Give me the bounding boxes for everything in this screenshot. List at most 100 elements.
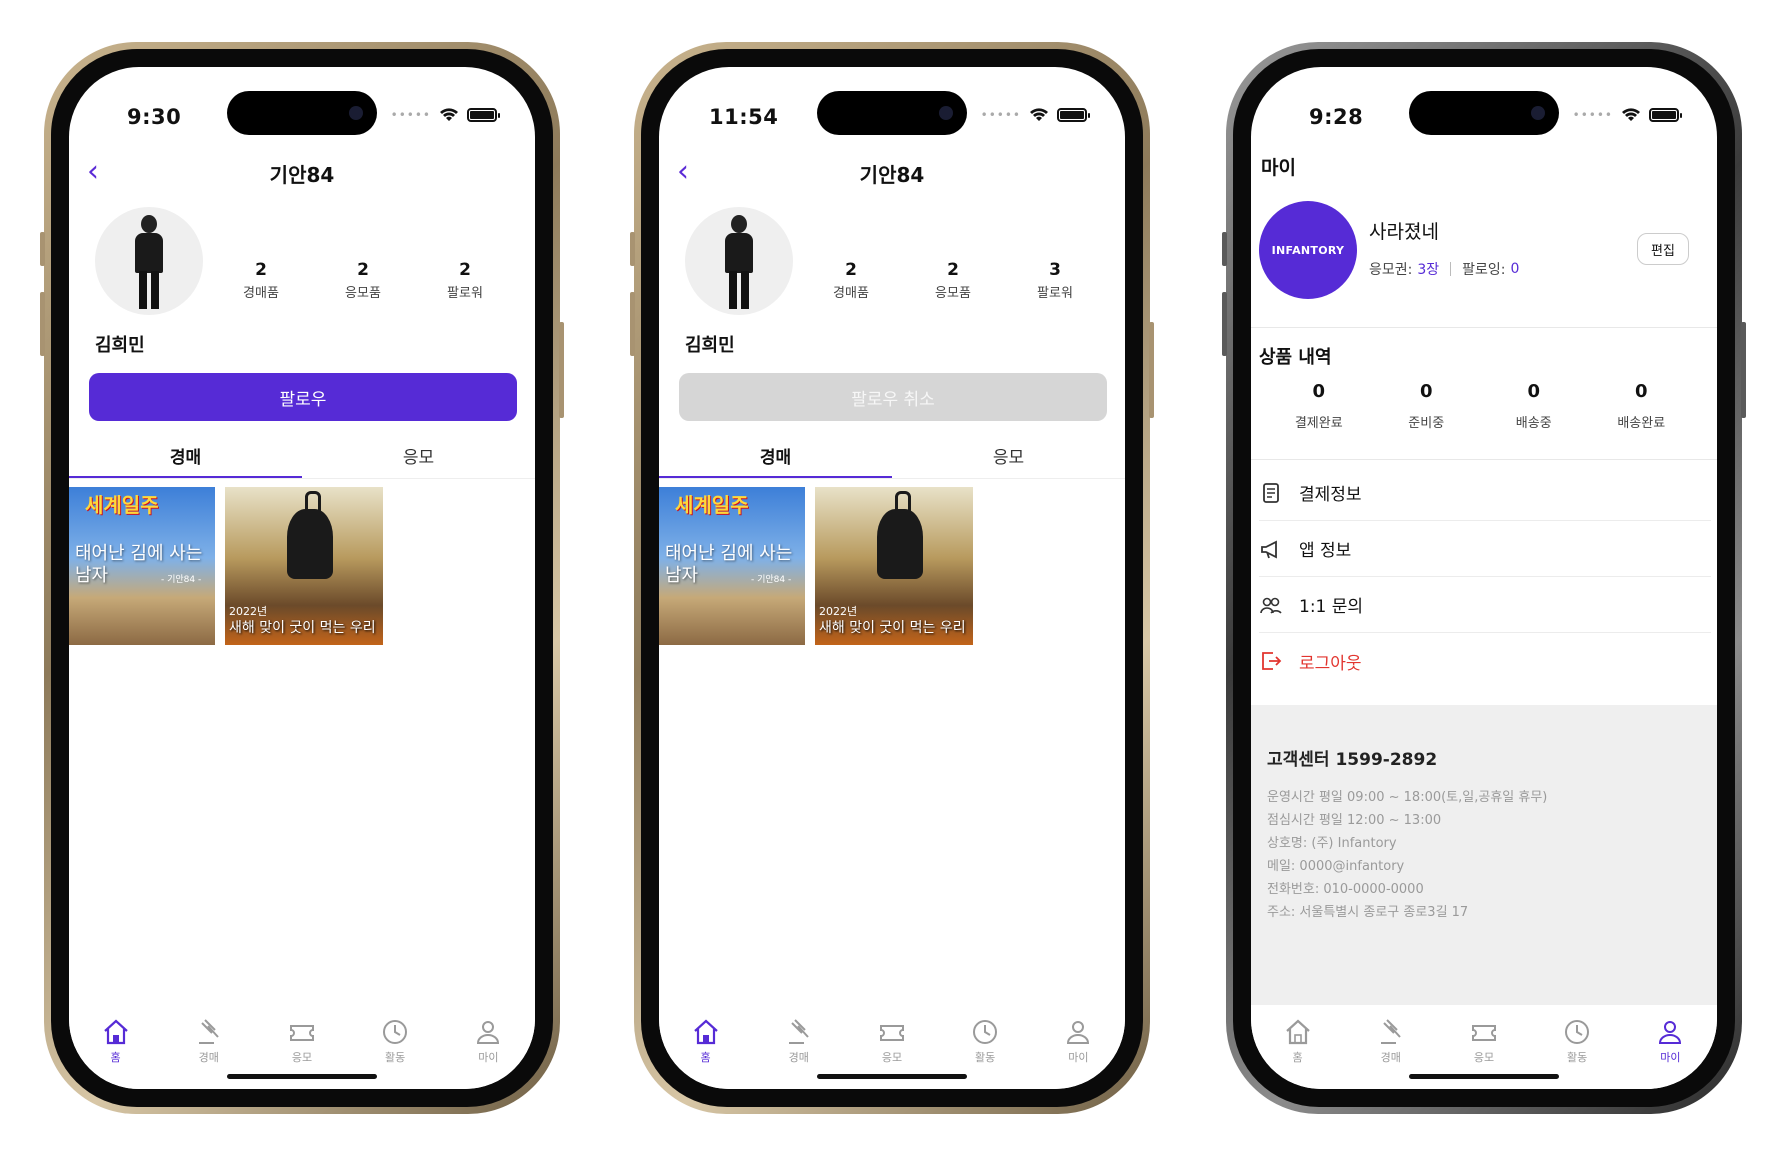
screen: 11:54 ••••• ‹ 기안84 김희민 2 경매품 2 응모품 3 팔로워… bbox=[659, 67, 1125, 1089]
battery-icon bbox=[1649, 108, 1682, 122]
edit-profile-button[interactable]: 편집 bbox=[1637, 233, 1689, 265]
stat-label: 팔로워 bbox=[447, 286, 483, 301]
battery-icon bbox=[1057, 108, 1090, 122]
order-status-delivered[interactable]: 0 배송완료 bbox=[1588, 381, 1696, 431]
nav-label: 마이 bbox=[1068, 1051, 1089, 1064]
customer-center-footer: 고객센터 1599-2892 운영시간 평일 09:00 ~ 18:00(토,일… bbox=[1251, 705, 1717, 1005]
stat-number: 2 bbox=[255, 260, 267, 280]
menu-label: 1:1 문의 bbox=[1299, 597, 1364, 617]
order-count: 0 bbox=[1419, 381, 1433, 402]
nav-home[interactable]: 홈 bbox=[1263, 1017, 1333, 1089]
order-label: 결제완료 bbox=[1294, 416, 1343, 431]
signal-icon: ••••• bbox=[1572, 108, 1613, 122]
item-thumbnail[interactable]: 2022년 새해 맞이 굿이 먹는 우리 bbox=[225, 487, 383, 645]
order-status-row: 0 결제완료 0 준비중 0 배송중 0 배송완료 bbox=[1265, 381, 1695, 431]
ticket-icon bbox=[1471, 1025, 1496, 1041]
item-thumbnail[interactable]: 2022년 새해 맞이 굿이 먹는 우리 bbox=[815, 487, 973, 645]
avatar-person-photo bbox=[133, 215, 165, 311]
screen: 9:28 ••••• 마이 INFANTORY 사라졌네 응모권: 3장 팔로잉… bbox=[1251, 67, 1717, 1089]
tab-auction[interactable]: 경매 bbox=[659, 433, 892, 479]
item-grid: 세계일주 태어난 김에 사는 남자 - 기안84 - 2022년 새해 맞이 굿… bbox=[69, 487, 383, 645]
home-icon bbox=[103, 1019, 128, 1045]
person-icon bbox=[1067, 1021, 1090, 1044]
thumbnail-subtitle: 새해 맞이 굿이 먹는 우리 bbox=[229, 620, 376, 636]
unfollow-button[interactable]: 팔로우 취소 bbox=[679, 373, 1107, 421]
history-icon bbox=[973, 1020, 998, 1044]
ticket-label: 응모권: bbox=[1369, 262, 1413, 278]
footer-line: 운영시간 평일 09:00 ~ 18:00(토,일,공휴일 휴무) bbox=[1267, 790, 1548, 805]
tab-divider bbox=[69, 478, 535, 479]
order-count: 0 bbox=[1312, 381, 1326, 402]
stat-entry-items[interactable]: 2 응모품 bbox=[323, 260, 403, 301]
status-indicators: ••••• bbox=[1572, 107, 1682, 123]
status-indicators: ••••• bbox=[980, 107, 1090, 123]
home-indicator bbox=[227, 1074, 377, 1079]
nav-my[interactable]: 마이 bbox=[1043, 1017, 1113, 1089]
side-button bbox=[1741, 322, 1746, 418]
brand-logo-avatar: INFANTORY bbox=[1259, 201, 1357, 299]
item-thumbnail[interactable]: 세계일주 태어난 김에 사는 남자 - 기안84 - bbox=[69, 487, 215, 645]
footer-line: 메일: 0000@infantory bbox=[1267, 859, 1405, 874]
tab-entry[interactable]: 응모 bbox=[302, 433, 535, 479]
ticket-icon bbox=[289, 1025, 314, 1041]
order-status-preparing[interactable]: 0 준비중 bbox=[1373, 381, 1481, 431]
stat-followers[interactable]: 2 팔로워 bbox=[425, 260, 505, 301]
stat-number: 2 bbox=[947, 260, 959, 280]
stat-entry-items[interactable]: 2 응모품 bbox=[913, 260, 993, 301]
nav-label: 활동 bbox=[1567, 1051, 1588, 1064]
orders-section-title: 상품 내역 bbox=[1259, 347, 1332, 368]
stat-followers[interactable]: 3 팔로워 bbox=[1015, 260, 1095, 301]
dynamic-island bbox=[817, 91, 967, 135]
menu-app-info[interactable]: 앱 정보 bbox=[1259, 521, 1711, 577]
footer-line: 점심시간 평일 12:00 ~ 13:00 bbox=[1267, 813, 1442, 828]
order-label: 배송중 bbox=[1515, 416, 1552, 431]
nav-home[interactable]: 홈 bbox=[671, 1017, 741, 1089]
tab-auction[interactable]: 경매 bbox=[69, 433, 302, 479]
stat-auction-items[interactable]: 2 경매품 bbox=[221, 260, 301, 301]
logout-icon bbox=[1262, 652, 1282, 670]
thumbnail-subtitle: 새해 맞이 굿이 먹는 우리 bbox=[819, 620, 966, 636]
home-indicator bbox=[1409, 1074, 1559, 1079]
item-grid: 세계일주 태어난 김에 사는 남자 - 기안84 - 2022년 새해 맞이 굿… bbox=[659, 487, 973, 645]
side-button bbox=[1149, 322, 1154, 418]
receipt-icon bbox=[1263, 482, 1279, 503]
item-thumbnail[interactable]: 세계일주 태어난 김에 사는 남자 - 기안84 - bbox=[659, 487, 805, 645]
bell-photo bbox=[877, 491, 923, 579]
menu-payment-info[interactable]: 결제정보 bbox=[1259, 465, 1711, 521]
nav-label: 홈 bbox=[110, 1051, 121, 1064]
side-button bbox=[1222, 232, 1227, 266]
nav-my[interactable]: 마이 bbox=[453, 1017, 523, 1089]
order-status-shipping[interactable]: 0 배송중 bbox=[1480, 381, 1588, 431]
signal-icon: ••••• bbox=[980, 108, 1021, 122]
tab-entry[interactable]: 응모 bbox=[892, 433, 1125, 479]
wifi-icon bbox=[440, 108, 458, 121]
history-icon bbox=[1565, 1020, 1590, 1044]
tab-divider bbox=[659, 478, 1125, 479]
thumbnail-credit: - 기안84 - bbox=[161, 575, 202, 585]
customer-center-title: 고객센터 1599-2892 bbox=[1267, 750, 1438, 770]
wifi-icon bbox=[1030, 108, 1048, 121]
nav-label: 응모 bbox=[881, 1051, 903, 1064]
phone-profile-follow: 9:30 ••••• ‹ 기안84 김희민 2 경매품 2 응모품 2 팔로워 … bbox=[40, 42, 564, 1114]
ticket-value[interactable]: 3장 bbox=[1417, 259, 1439, 279]
nav-my[interactable]: 마이 bbox=[1635, 1017, 1705, 1089]
side-button bbox=[40, 232, 45, 266]
nav-label: 활동 bbox=[385, 1051, 406, 1064]
phone-profile-unfollow: 11:54 ••••• ‹ 기안84 김희민 2 경매품 2 응모품 3 팔로워… bbox=[630, 42, 1154, 1114]
gavel-icon bbox=[788, 1019, 809, 1044]
nav-home[interactable]: 홈 bbox=[81, 1017, 151, 1089]
following-value[interactable]: 0 bbox=[1511, 261, 1520, 277]
avatar-person-photo bbox=[723, 215, 755, 311]
menu-inquiry[interactable]: 1:1 문의 bbox=[1259, 577, 1711, 633]
status-indicators: ••••• bbox=[391, 107, 500, 123]
menu-logout[interactable]: 로그아웃 bbox=[1259, 633, 1711, 689]
footer-line: 상호명: (주) Infantory bbox=[1267, 836, 1397, 851]
gavel-icon bbox=[1380, 1019, 1401, 1044]
dynamic-island bbox=[1409, 91, 1559, 135]
stat-number: 2 bbox=[459, 260, 471, 280]
stat-number: 3 bbox=[1049, 260, 1061, 280]
order-status-paid[interactable]: 0 결제완료 bbox=[1265, 381, 1373, 431]
tab-bar: 경매 응모 bbox=[659, 433, 1125, 479]
stat-auction-items[interactable]: 2 경매품 bbox=[811, 260, 891, 301]
follow-button[interactable]: 팔로우 bbox=[89, 373, 517, 421]
